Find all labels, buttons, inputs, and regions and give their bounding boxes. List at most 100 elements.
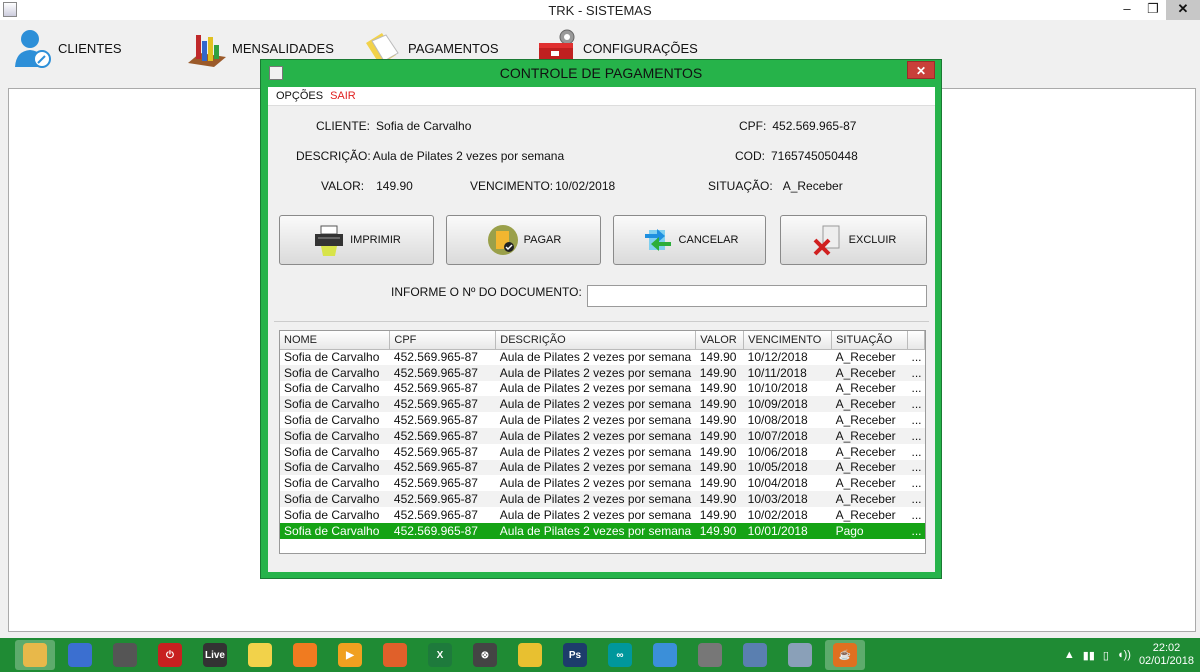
paint-icon <box>788 643 812 667</box>
column-header-nome[interactable]: NOME <box>280 331 391 350</box>
column-header-valor[interactable]: VALOR <box>695 331 745 350</box>
table-row[interactable]: Sofia de Carvalho 452.569.965-87 Aula de P… <box>280 507 925 523</box>
dialog-close-button[interactable]: ✕ <box>907 61 935 79</box>
cell-vencimento: 10/05/2018 <box>743 459 832 476</box>
table-row[interactable]: Sofia de Carvalho 452.569.965-87 Aula de P… <box>280 459 925 476</box>
table-row[interactable]: Sofia de Carvalho 452.569.965-87 Aula de P… <box>280 412 925 428</box>
cell-vencimento: 10/12/2018 <box>747 350 808 365</box>
taskbar-app-button[interactable] <box>510 640 550 670</box>
taskbar-app-button[interactable]: ∞ <box>600 640 640 670</box>
show-hidden-icons-icon[interactable]: ▲ <box>1064 649 1075 661</box>
column-header-cpf[interactable]: CPF <box>389 331 497 350</box>
photoshop-icon: Ps <box>563 643 587 667</box>
cell-nome: Sofia de Carvalho <box>280 364 390 381</box>
taskbar-app-button[interactable] <box>285 640 325 670</box>
table-row[interactable]: Sofia de Carvalho 452.569.965-87 Aula de P… <box>280 444 925 460</box>
cell-extra: ... <box>911 413 922 428</box>
documento-label: INFORME O Nº DO DOCUMENTO: <box>391 285 582 299</box>
taskbar-app-button[interactable]: ⊗ <box>465 640 505 670</box>
taskbar-app-button[interactable] <box>690 640 730 670</box>
documento-input[interactable] <box>587 285 927 307</box>
volume-icon[interactable]: ◖)) <box>1117 649 1131 661</box>
taskbar-app-button[interactable] <box>735 640 775 670</box>
cell-descricao: Aula de Pilates 2 vezes por semana <box>499 507 692 522</box>
cell-cpf: 452.569.965-87 <box>389 396 496 413</box>
situacao-field: SITUAÇÃO: A_Receber <box>708 179 843 193</box>
cell-descricao: Aula de Pilates 2 vezes por semana <box>499 476 692 491</box>
cliente-value: Sofia de Carvalho <box>376 119 472 133</box>
cell-vencimento: 10/03/2018 <box>743 491 832 507</box>
menu-sair[interactable]: SAIR <box>330 90 356 102</box>
cell-cpf: 452.569.965-87 <box>389 364 496 381</box>
table-row[interactable]: Sofia de Carvalho 452.569.965-87 Aula de P… <box>280 522 925 539</box>
column-header-situacao[interactable]: SITUAÇÃO <box>831 331 908 350</box>
cell-cpf: 452.569.965-87 <box>393 413 478 428</box>
cell-situacao: A_Receber <box>835 350 896 365</box>
cell-cpf: 452.569.965-87 <box>393 444 478 459</box>
taskbar-app-button[interactable] <box>240 640 280 670</box>
cell-situacao: A_Receber <box>831 491 908 507</box>
cell-situacao: A_Receber <box>835 476 896 491</box>
pagar-button[interactable]: PAGAR <box>446 215 601 265</box>
taskbar-app-button[interactable]: ☕ <box>825 640 865 670</box>
network-app-icon <box>743 643 767 667</box>
java-app-icon <box>269 66 283 80</box>
table-row[interactable]: Sofia de Carvalho 452.569.965-87 Aula de P… <box>280 427 925 444</box>
table-row[interactable]: Sofia de Carvalho 452.569.965-87 Aula de P… <box>280 475 925 491</box>
cancelar-button[interactable]: CANCELAR <box>613 215 766 265</box>
signal-icon[interactable]: ▮▮ <box>1083 649 1095 662</box>
clientes-label: CLIENTES <box>58 40 122 56</box>
taskbar-app-button[interactable] <box>780 640 820 670</box>
java-app-icon <box>3 2 17 17</box>
cell-extra: ... <box>907 396 925 413</box>
table-row[interactable]: Sofia de Carvalho 452.569.965-87 Aula de P… <box>280 381 925 397</box>
cell-extra: ... <box>907 522 925 539</box>
table-row[interactable]: Sofia de Carvalho 452.569.965-87 Aula de P… <box>280 364 925 381</box>
cell-nome: Sofia de Carvalho <box>284 444 380 459</box>
taskbar-app-button[interactable]: ▶ <box>330 640 370 670</box>
taskbar-app-button[interactable] <box>15 640 55 670</box>
cell-situacao: A_Receber <box>831 427 908 444</box>
main-titlebar: TRK - SISTEMAS – ❐ ✕ <box>0 0 1200 20</box>
menu-opcoes[interactable]: OPÇÕES <box>276 90 323 102</box>
cell-extra: ... <box>911 476 922 491</box>
cell-nome: Sofia de Carvalho <box>280 427 390 444</box>
table-row[interactable]: Sofia de Carvalho 452.569.965-87 Aula de P… <box>280 396 925 413</box>
taskbar-app-button[interactable] <box>60 640 100 670</box>
power-icon: ⏻ <box>158 643 182 667</box>
imprimir-button[interactable]: IMPRIMIR <box>279 215 434 265</box>
configuracoes-label: CONFIGURAÇÕES <box>583 40 698 56</box>
cell-cpf: 452.569.965-87 <box>389 522 496 539</box>
tool-app-icon <box>518 643 542 667</box>
battery-icon[interactable]: ▯ <box>1103 649 1109 662</box>
taskbar-app-button[interactable] <box>375 640 415 670</box>
close-button[interactable]: ✕ <box>1166 0 1200 20</box>
table-row[interactable]: Sofia de Carvalho 452.569.965-87 Aula de P… <box>280 349 925 365</box>
column-header-extra[interactable] <box>907 331 925 350</box>
cpf-field: CPF: 452.569.965-87 <box>739 119 856 133</box>
taskbar-app-button[interactable] <box>105 640 145 670</box>
minimize-button[interactable]: – <box>1114 0 1140 20</box>
taskbar-app-button[interactable]: Live <box>195 640 235 670</box>
cell-vencimento: 10/11/2018 <box>743 364 832 381</box>
excluir-button[interactable]: EXCLUIR <box>780 215 927 265</box>
taskbar-app-button[interactable]: Ps <box>555 640 595 670</box>
maximize-button[interactable]: ❐ <box>1140 0 1166 20</box>
clock-date: 02/01/2018 <box>1138 655 1194 667</box>
cell-extra: ... <box>907 427 925 444</box>
pagamentos-table[interactable]: NOME CPF DESCRIÇÃO VALOR VENCIMENTO SITU… <box>279 330 926 554</box>
clientes-button[interactable]: CLIENTES <box>12 26 122 70</box>
column-header-descricao[interactable]: DESCRIÇÃO <box>495 331 697 350</box>
taskbar-app-button[interactable]: X <box>420 640 460 670</box>
imprimir-label: IMPRIMIR <box>350 234 401 246</box>
cell-situacao: A_Receber <box>835 444 896 459</box>
cod-field: COD: 7165745050448 <box>735 149 858 163</box>
clock[interactable]: 22:02 02/01/2018 <box>1139 642 1194 668</box>
table-row[interactable]: Sofia de Carvalho 452.569.965-87 Aula de P… <box>280 491 925 507</box>
cell-situacao: A_Receber <box>831 459 908 476</box>
cell-situacao: A_Receber <box>835 507 896 522</box>
taskbar-app-button[interactable] <box>645 640 685 670</box>
taskbar-app-button[interactable]: ⏻ <box>150 640 190 670</box>
column-header-vencimento[interactable]: VENCIMENTO <box>743 331 833 350</box>
cell-extra: ... <box>907 491 925 507</box>
